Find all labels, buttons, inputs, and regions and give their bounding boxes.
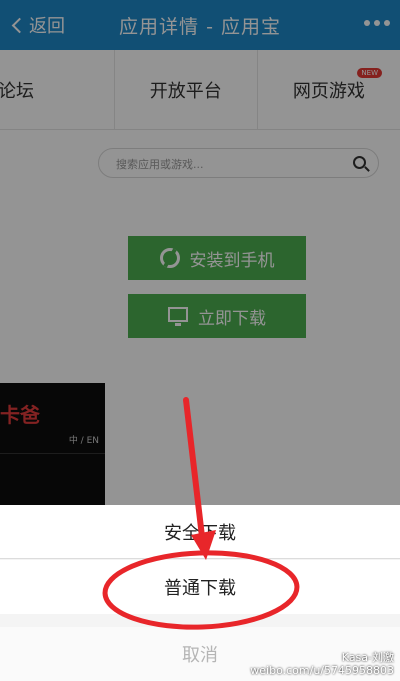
safe-download-option[interactable]: 安全下载 bbox=[0, 505, 400, 559]
watermark-handle: Kasa-刘激 bbox=[341, 651, 394, 664]
watermark-url: weibo.com/u/5745958803 bbox=[250, 664, 394, 677]
normal-download-option[interactable]: 普通下载 bbox=[0, 560, 400, 614]
weibo-watermark: Kasa-刘激 weibo.com/u/5745958803 bbox=[250, 651, 394, 677]
